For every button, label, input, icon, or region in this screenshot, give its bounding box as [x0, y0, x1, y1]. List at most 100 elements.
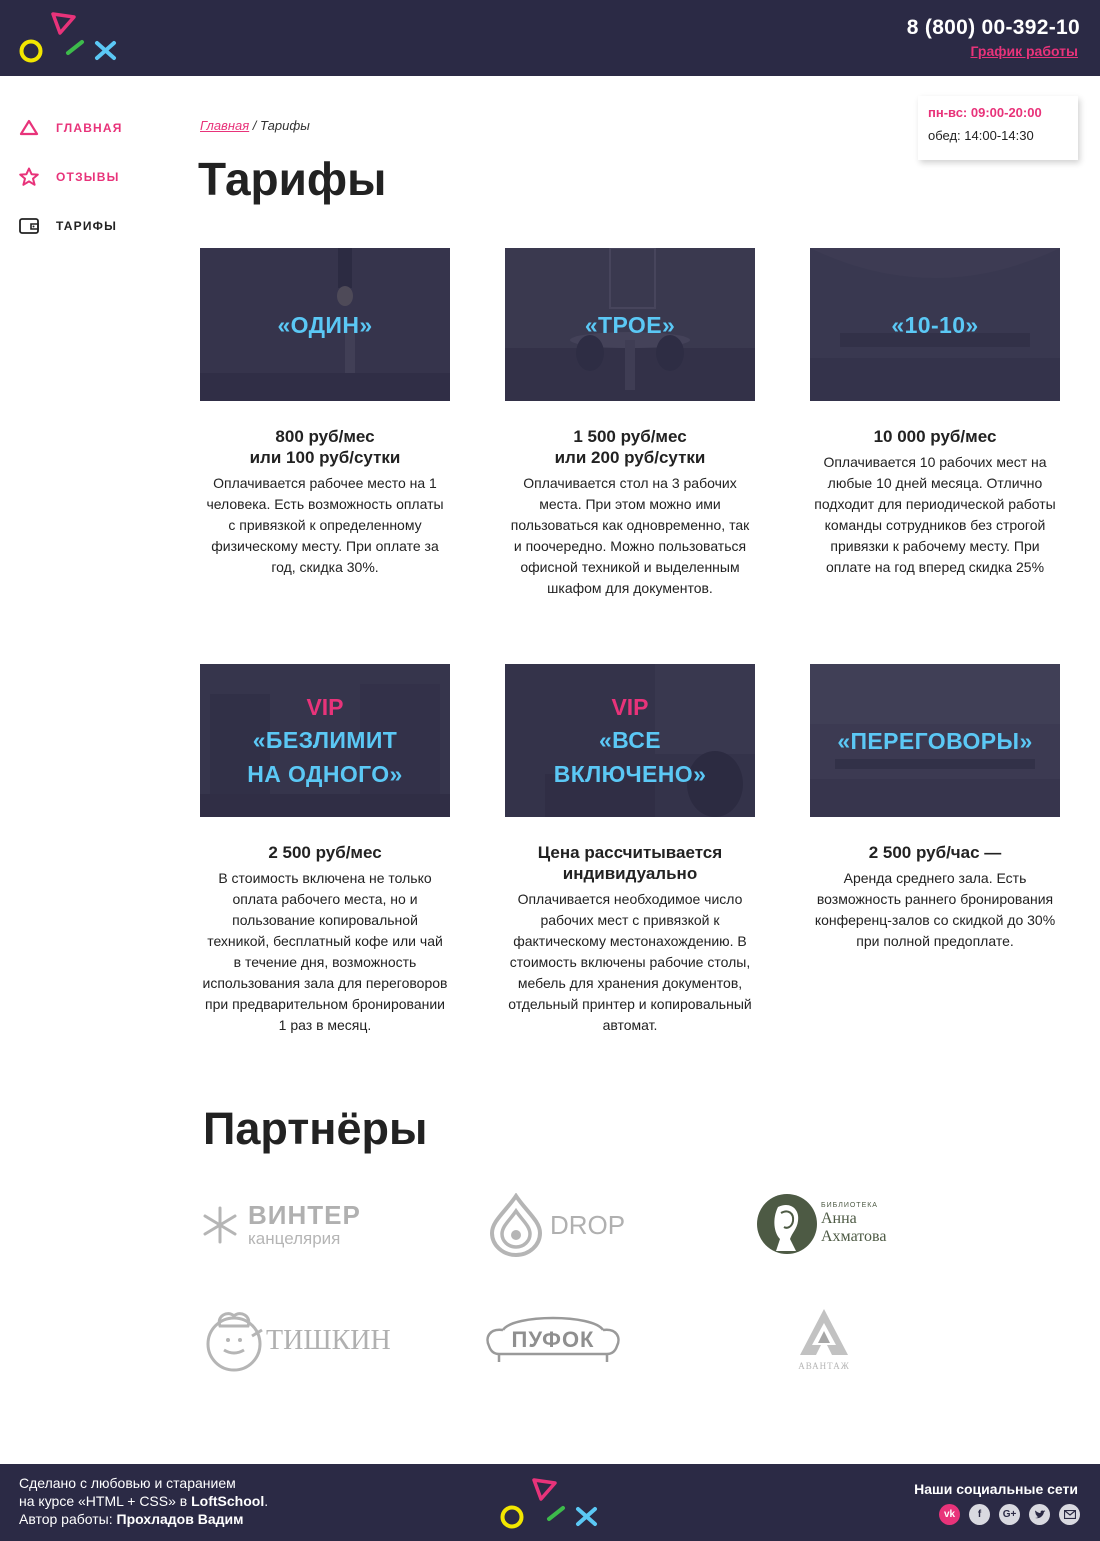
partner-name: DROP: [550, 1210, 626, 1240]
tariff-card: «ОДИН» 800 руб/мес или 100 руб/сутки Опл…: [200, 248, 450, 578]
tariff-name-line: «10-10»: [891, 311, 979, 338]
twitter-icon[interactable]: [1029, 1504, 1050, 1525]
portrait-icon: [757, 1194, 817, 1254]
tariff-description: Оплачивается 10 рабочих мест на любые 10…: [814, 454, 1056, 575]
partner-name: Анна: [821, 1210, 857, 1227]
tariff-name: «10-10»: [810, 248, 1060, 401]
social-title: Наши социальные сети: [914, 1481, 1078, 1497]
tariff-description: Оплачивается рабочее место на 1 человека…: [206, 475, 444, 575]
tariff-name: «ПЕРЕГОВОРЫ»: [810, 664, 1060, 817]
tariff-image[interactable]: «ОДИН»: [200, 248, 450, 401]
partner-logo-winter[interactable]: ВИНТЕР канцелярия: [200, 1196, 370, 1252]
tariff-name-line: «ПЕРЕГОВОРЫ»: [837, 727, 1033, 754]
tariff-image[interactable]: VIP «БЕЗЛИМИТ НА ОДНОГО»: [200, 664, 450, 817]
breadcrumb: Главная / Тарифы: [200, 118, 310, 133]
footer-text: .: [264, 1493, 269, 1509]
tariff-card: «ПЕРЕГОВОРЫ» 2 500 руб/час — Аренда сред…: [810, 664, 1060, 952]
footer-credits: Сделано с любовью и старанием на курсе «…: [19, 1474, 268, 1528]
footer-author: Прохладов Вадим: [116, 1511, 244, 1527]
sidebar-item-label: ГЛАВНАЯ: [56, 121, 123, 135]
sidebar-item-label: ОТЗЫВЫ: [56, 170, 120, 184]
tariff-image[interactable]: VIP «ВСЕ ВКЛЮЧЕНО»: [505, 664, 755, 817]
tariff-name-line: «ТРОЕ»: [584, 311, 676, 338]
facebook-icon[interactable]: f: [969, 1504, 990, 1525]
footer-logo-icon[interactable]: [497, 1476, 601, 1532]
tariff-name-line: «ВСЕ: [598, 726, 662, 753]
tariff-price-line: или 200 руб/сутки: [554, 448, 706, 467]
tariff-name: VIP «ВСЕ ВКЛЮЧЕНО»: [505, 664, 755, 817]
tariff-card: «10-10» 10 000 руб/мес Оплачивается 10 р…: [810, 248, 1060, 578]
tariff-name: «ТРОЕ»: [505, 248, 755, 401]
envelope-glyph: [1063, 1510, 1076, 1519]
tariff-name-line: «БЕЗЛИМИТ: [252, 726, 398, 753]
sidebar-item-label: ТАРИФЫ: [56, 219, 118, 233]
partner-subtitle: канцелярия: [248, 1229, 341, 1248]
header-phone: 8 (800) 00-392-10: [906, 16, 1080, 39]
tariff-name-line: ВКЛЮЧЕНО»: [553, 760, 707, 787]
partner-logo-library[interactable]: БИБЛИОТЕКА Анна Ахматова: [756, 1193, 906, 1255]
partner-logo-tishkin[interactable]: ТИШКИН: [200, 1308, 391, 1372]
logo-icon[interactable]: [16, 10, 120, 66]
tariff-name-line: НА ОДНОГО»: [247, 760, 403, 787]
page-title: Тарифы: [198, 153, 387, 205]
schedule-link[interactable]: График работы: [971, 43, 1079, 59]
sidebar-item-home[interactable]: ГЛАВНАЯ: [18, 116, 168, 140]
breadcrumb-separator: /: [249, 118, 261, 133]
footer-line: Автор работы: Прохладов Вадим: [19, 1510, 268, 1528]
tariff-vip-label: VIP: [611, 693, 649, 720]
tariff-image[interactable]: «ТРОЕ»: [505, 248, 755, 401]
mail-icon[interactable]: [1059, 1504, 1080, 1525]
tariff-name-line: «ОДИН»: [277, 311, 373, 338]
footer-text: на курсе «HTML + CSS» в: [19, 1493, 192, 1509]
tariff-image[interactable]: «10-10»: [810, 248, 1060, 401]
tariff-name: «ОДИН»: [200, 248, 450, 401]
partner-name: ВИНТЕР: [248, 1200, 361, 1230]
partner-name: ТИШКИН: [266, 1325, 391, 1356]
chef-icon: [206, 1312, 263, 1372]
site-header: 8 (800) 00-392-10 График работы: [0, 0, 1100, 76]
tariff-price: 1 500 руб/мес или 200 руб/сутки: [505, 426, 755, 468]
tariff-price: Цена рассчитывается индивидуально: [505, 842, 755, 884]
tariff-price-line: 1 500 руб/мес: [573, 427, 687, 446]
tariff-price-line: 10 000 руб/мес: [873, 427, 997, 446]
tariff-card: VIP «ВСЕ ВКЛЮЧЕНО» Цена рассчитывается и…: [505, 664, 755, 1036]
partners-title: Партнёры: [203, 1103, 428, 1154]
working-hours-popup: пн-вс: 09:00-20:00 обед: 14:00-14:30: [918, 96, 1078, 160]
partner-logo-avantazh[interactable]: АВАНТАЖ: [794, 1305, 854, 1375]
breadcrumb-current: Тарифы: [260, 118, 310, 133]
snowflake-icon: [203, 1206, 237, 1244]
footer-line: Сделано с любовью и старанием: [19, 1475, 236, 1491]
breadcrumb-home-link[interactable]: Главная: [200, 118, 249, 133]
tariff-price-line: или 100 руб/сутки: [249, 448, 401, 467]
tariff-price: 800 руб/мес или 100 руб/сутки: [200, 426, 450, 468]
tariff-price-line: 2 500 руб/мес: [268, 843, 382, 862]
lunch-hours: обед: 14:00-14:30: [928, 128, 1034, 143]
tariff-description: Аренда среднего зала. Есть возможность р…: [814, 870, 1056, 949]
tariff-price: 2 500 руб/час —: [810, 842, 1060, 863]
footer-text: Автор работы:: [19, 1511, 117, 1527]
partner-logo-pufok[interactable]: ПУФОК: [483, 1308, 623, 1372]
partner-tagline: БИБЛИОТЕКА: [821, 1202, 878, 1209]
drop-icon: [489, 1193, 543, 1257]
working-hours: пн-вс: 09:00-20:00: [928, 105, 1042, 120]
partner-logo-drop[interactable]: DROP: [488, 1193, 628, 1257]
sidebar-item-tariffs[interactable]: ТАРИФЫ: [18, 214, 168, 238]
footer-brand: LoftSchool: [191, 1493, 265, 1509]
tariff-price-line: 2 500 руб/час —: [868, 843, 1002, 862]
sidebar-item-reviews[interactable]: ОТЗЫВЫ: [18, 165, 168, 189]
wallet-icon: [19, 218, 39, 234]
star-icon: [19, 167, 39, 186]
footer-line: на курсе «HTML + CSS» в LoftSchool.: [19, 1492, 268, 1510]
vk-icon[interactable]: vk: [939, 1504, 960, 1525]
site-footer: Сделано с любовью и старанием на курсе «…: [0, 1464, 1100, 1541]
tariff-price-line: Цена рассчитывается: [537, 843, 723, 862]
partner-name: АВАНТАЖ: [798, 1361, 850, 1371]
tariff-image[interactable]: «ПЕРЕГОВОРЫ»: [810, 664, 1060, 817]
google-plus-icon[interactable]: G+: [999, 1504, 1020, 1525]
tariff-description: В стоимость включена не только оплата ра…: [202, 870, 448, 1033]
partner-name: Ахматова: [821, 1228, 887, 1245]
avantazh-a-icon: [800, 1309, 848, 1355]
tariff-card: «ТРОЕ» 1 500 руб/мес или 200 руб/сутки О…: [505, 248, 755, 599]
tariff-description: Оплачивается стол на 3 рабочих места. Пр…: [510, 475, 750, 596]
tariff-price: 2 500 руб/мес: [200, 842, 450, 863]
